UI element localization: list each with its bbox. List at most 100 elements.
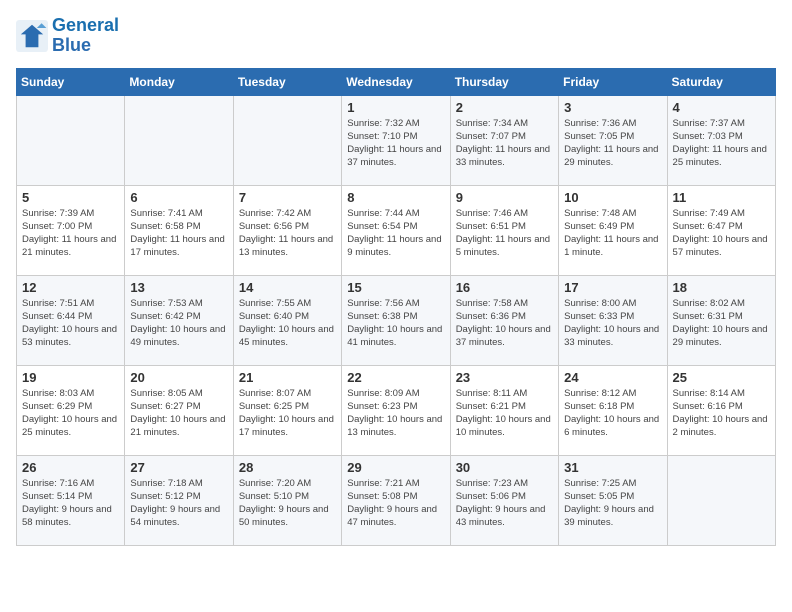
day-number: 21 bbox=[239, 370, 336, 385]
day-number: 25 bbox=[673, 370, 770, 385]
day-number: 5 bbox=[22, 190, 119, 205]
calendar-cell: 13 Sunrise: 7:53 AM Sunset: 6:42 PM Dayli… bbox=[125, 275, 233, 365]
day-number: 2 bbox=[456, 100, 553, 115]
calendar-cell: 11Sunrise: 7:49 AM Sunset: 6:47 PM Dayli… bbox=[667, 185, 775, 275]
day-info: Sunrise: 7:18 AM Sunset: 5:12 PM Dayligh… bbox=[130, 477, 227, 530]
day-info: Sunrise: 8:09 AM Sunset: 6:23 PM Dayligh… bbox=[347, 387, 444, 440]
day-number: 14 bbox=[239, 280, 336, 295]
day-number: 17 bbox=[564, 280, 661, 295]
day-number: 15 bbox=[347, 280, 444, 295]
day-number: 3 bbox=[564, 100, 661, 115]
day-info: Sunrise: 7:41 AM Sunset: 6:58 PM Dayligh… bbox=[130, 207, 227, 260]
day-info: Sunrise: 8:03 AM Sunset: 6:29 PM Dayligh… bbox=[22, 387, 119, 440]
calendar-cell: 14 Sunrise: 7:55 AM Sunset: 6:40 PM Dayli… bbox=[233, 275, 341, 365]
calendar-cell: 26 Sunrise: 7:16 AM Sunset: 5:14 PM Dayli… bbox=[17, 455, 125, 545]
calendar-cell: 22 Sunrise: 8:09 AM Sunset: 6:23 PM Dayli… bbox=[342, 365, 450, 455]
day-number: 12 bbox=[22, 280, 119, 295]
day-info: Sunrise: 7:37 AM Sunset: 7:03 PM Dayligh… bbox=[673, 117, 770, 170]
day-info: Sunrise: 7:23 AM Sunset: 5:06 PM Dayligh… bbox=[456, 477, 553, 530]
weekday-header-thursday: Thursday bbox=[450, 68, 558, 95]
calendar-table: SundayMondayTuesdayWednesdayThursdayFrid… bbox=[16, 68, 776, 546]
day-info: Sunrise: 7:53 AM Sunset: 6:42 PM Dayligh… bbox=[130, 297, 227, 350]
day-number: 26 bbox=[22, 460, 119, 475]
calendar-cell bbox=[125, 95, 233, 185]
day-number: 20 bbox=[130, 370, 227, 385]
weekday-header-saturday: Saturday bbox=[667, 68, 775, 95]
day-number: 10 bbox=[564, 190, 661, 205]
day-number: 29 bbox=[347, 460, 444, 475]
weekday-header-wednesday: Wednesday bbox=[342, 68, 450, 95]
calendar-cell: 12Sunrise: 7:51 AM Sunset: 6:44 PM Dayli… bbox=[17, 275, 125, 365]
day-info: Sunrise: 7:32 AM Sunset: 7:10 PM Dayligh… bbox=[347, 117, 444, 170]
calendar-cell: 27 Sunrise: 7:18 AM Sunset: 5:12 PM Dayli… bbox=[125, 455, 233, 545]
calendar-cell: 15 Sunrise: 7:56 AM Sunset: 6:38 PM Dayli… bbox=[342, 275, 450, 365]
calendar-cell: 8 Sunrise: 7:44 AM Sunset: 6:54 PM Daylig… bbox=[342, 185, 450, 275]
calendar-cell: 4 Sunrise: 7:37 AM Sunset: 7:03 PM Daylig… bbox=[667, 95, 775, 185]
day-number: 6 bbox=[130, 190, 227, 205]
day-info: Sunrise: 7:16 AM Sunset: 5:14 PM Dayligh… bbox=[22, 477, 119, 530]
calendar-week-row: 1Sunrise: 7:32 AM Sunset: 7:10 PM Daylig… bbox=[17, 95, 776, 185]
day-info: Sunrise: 8:14 AM Sunset: 6:16 PM Dayligh… bbox=[673, 387, 770, 440]
weekday-header-friday: Friday bbox=[559, 68, 667, 95]
calendar-cell: 28Sunrise: 7:20 AM Sunset: 5:10 PM Dayli… bbox=[233, 455, 341, 545]
day-number: 19 bbox=[22, 370, 119, 385]
day-number: 11 bbox=[673, 190, 770, 205]
day-info: Sunrise: 8:12 AM Sunset: 6:18 PM Dayligh… bbox=[564, 387, 661, 440]
day-number: 31 bbox=[564, 460, 661, 475]
calendar-cell: 3 Sunrise: 7:36 AM Sunset: 7:05 PM Daylig… bbox=[559, 95, 667, 185]
day-info: Sunrise: 7:44 AM Sunset: 6:54 PM Dayligh… bbox=[347, 207, 444, 260]
day-info: Sunrise: 8:02 AM Sunset: 6:31 PM Dayligh… bbox=[673, 297, 770, 350]
day-number: 22 bbox=[347, 370, 444, 385]
day-info: Sunrise: 7:25 AM Sunset: 5:05 PM Dayligh… bbox=[564, 477, 661, 530]
calendar-cell: 5Sunrise: 7:39 AM Sunset: 7:00 PM Daylig… bbox=[17, 185, 125, 275]
day-info: Sunrise: 7:34 AM Sunset: 7:07 PM Dayligh… bbox=[456, 117, 553, 170]
calendar-cell: 24Sunrise: 8:12 AM Sunset: 6:18 PM Dayli… bbox=[559, 365, 667, 455]
logo-blue: Blue bbox=[52, 36, 119, 56]
calendar-cell bbox=[17, 95, 125, 185]
calendar-week-row: 19 Sunrise: 8:03 AM Sunset: 6:29 PM Dayli… bbox=[17, 365, 776, 455]
weekday-header-monday: Monday bbox=[125, 68, 233, 95]
calendar-week-row: 5Sunrise: 7:39 AM Sunset: 7:00 PM Daylig… bbox=[17, 185, 776, 275]
day-number: 27 bbox=[130, 460, 227, 475]
calendar-cell: 6 Sunrise: 7:41 AM Sunset: 6:58 PM Daylig… bbox=[125, 185, 233, 275]
calendar-cell bbox=[233, 95, 341, 185]
calendar-cell: 29 Sunrise: 7:21 AM Sunset: 5:08 PM Dayli… bbox=[342, 455, 450, 545]
calendar-cell: 21 Sunrise: 8:07 AM Sunset: 6:25 PM Dayli… bbox=[233, 365, 341, 455]
logo: General Blue bbox=[16, 16, 119, 56]
day-info: Sunrise: 7:36 AM Sunset: 7:05 PM Dayligh… bbox=[564, 117, 661, 170]
calendar-cell bbox=[667, 455, 775, 545]
calendar-cell: 23 Sunrise: 8:11 AM Sunset: 6:21 PM Dayli… bbox=[450, 365, 558, 455]
calendar-cell: 10Sunrise: 7:48 AM Sunset: 6:49 PM Dayli… bbox=[559, 185, 667, 275]
weekday-header-row: SundayMondayTuesdayWednesdayThursdayFrid… bbox=[17, 68, 776, 95]
calendar-cell: 20Sunrise: 8:05 AM Sunset: 6:27 PM Dayli… bbox=[125, 365, 233, 455]
calendar-cell: 30 Sunrise: 7:23 AM Sunset: 5:06 PM Dayli… bbox=[450, 455, 558, 545]
calendar-cell: 19 Sunrise: 8:03 AM Sunset: 6:29 PM Dayli… bbox=[17, 365, 125, 455]
page-header: General Blue bbox=[16, 16, 776, 56]
day-number: 9 bbox=[456, 190, 553, 205]
calendar-cell: 25 Sunrise: 8:14 AM Sunset: 6:16 PM Dayli… bbox=[667, 365, 775, 455]
day-number: 16 bbox=[456, 280, 553, 295]
day-number: 23 bbox=[456, 370, 553, 385]
day-info: Sunrise: 7:21 AM Sunset: 5:08 PM Dayligh… bbox=[347, 477, 444, 530]
day-info: Sunrise: 7:56 AM Sunset: 6:38 PM Dayligh… bbox=[347, 297, 444, 350]
day-info: Sunrise: 7:55 AM Sunset: 6:40 PM Dayligh… bbox=[239, 297, 336, 350]
calendar-cell: 9Sunrise: 7:46 AM Sunset: 6:51 PM Daylig… bbox=[450, 185, 558, 275]
calendar-cell: 18 Sunrise: 8:02 AM Sunset: 6:31 PM Dayli… bbox=[667, 275, 775, 365]
calendar-cell: 7Sunrise: 7:42 AM Sunset: 6:56 PM Daylig… bbox=[233, 185, 341, 275]
weekday-header-sunday: Sunday bbox=[17, 68, 125, 95]
calendar-week-row: 26 Sunrise: 7:16 AM Sunset: 5:14 PM Dayli… bbox=[17, 455, 776, 545]
day-number: 28 bbox=[239, 460, 336, 475]
weekday-header-tuesday: Tuesday bbox=[233, 68, 341, 95]
logo-general: General bbox=[52, 16, 119, 36]
day-number: 8 bbox=[347, 190, 444, 205]
day-number: 13 bbox=[130, 280, 227, 295]
calendar-cell: 16Sunrise: 7:58 AM Sunset: 6:36 PM Dayli… bbox=[450, 275, 558, 365]
day-number: 18 bbox=[673, 280, 770, 295]
day-info: Sunrise: 8:11 AM Sunset: 6:21 PM Dayligh… bbox=[456, 387, 553, 440]
day-info: Sunrise: 8:00 AM Sunset: 6:33 PM Dayligh… bbox=[564, 297, 661, 350]
day-number: 4 bbox=[673, 100, 770, 115]
day-number: 7 bbox=[239, 190, 336, 205]
day-number: 30 bbox=[456, 460, 553, 475]
logo-icon bbox=[16, 20, 48, 52]
day-info: Sunrise: 8:07 AM Sunset: 6:25 PM Dayligh… bbox=[239, 387, 336, 440]
